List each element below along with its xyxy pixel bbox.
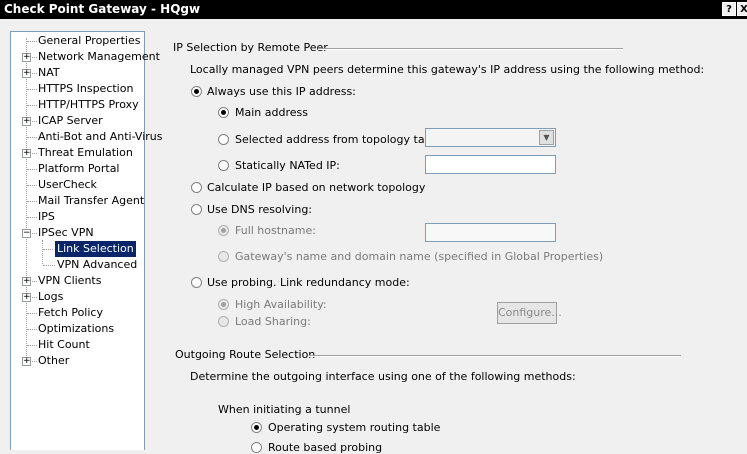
tree-item-label: Platform Portal xyxy=(38,162,120,175)
os-routing-label: Operating system routing table xyxy=(268,421,441,434)
tree-item-hit-count[interactable]: Hit Count xyxy=(11,337,144,353)
expand-icon[interactable]: + xyxy=(22,149,31,158)
when-initiating-label: When initiating a tunnel xyxy=(218,403,351,416)
tree-item-optimizations[interactable]: Optimizations xyxy=(11,321,144,337)
tree-item-ips[interactable]: IPS xyxy=(11,209,144,225)
tree-item-label: IPS xyxy=(38,210,55,223)
expand-icon[interactable]: + xyxy=(22,53,31,62)
tree-item-usercheck[interactable]: UserCheck xyxy=(11,177,144,193)
tree-item-label: General Properties xyxy=(38,34,141,47)
help-button[interactable]: ? xyxy=(722,2,736,16)
tree-item-label: NAT xyxy=(38,66,60,79)
tree-item-vpn-clients[interactable]: + VPN Clients xyxy=(11,273,144,289)
tree-item-label: Link Selection xyxy=(54,240,137,258)
window-title: Check Point Gateway - HQgw xyxy=(4,2,201,16)
always-use-ip-label: Always use this IP address: xyxy=(207,85,356,98)
navigation-tree: General Properties + Network Management … xyxy=(10,31,162,450)
configure-button[interactable]: Configure... xyxy=(497,302,562,324)
full-hostname-label: Full hostname: xyxy=(235,224,316,237)
statically-nated-label: Statically NATed IP: xyxy=(235,159,340,172)
route-probing-label: Route based probing xyxy=(268,441,383,454)
tree-item-https-inspection[interactable]: HTTPS Inspection xyxy=(11,81,144,97)
tree-item-network-management[interactable]: + Network Management xyxy=(11,49,160,65)
tree-item-anti-bot[interactable]: Anti-Bot and Anti-Virus xyxy=(11,129,162,145)
tree-item-label: VPN Clients xyxy=(38,274,102,287)
expand-icon[interactable]: + xyxy=(22,117,31,126)
collapse-icon[interactable]: − xyxy=(22,229,31,238)
tree-item-link-selection[interactable]: Link Selection xyxy=(11,240,144,258)
expand-icon[interactable]: + xyxy=(22,357,31,366)
always-use-ip-radio[interactable] xyxy=(191,86,202,97)
tree-item-label: Threat Emulation xyxy=(38,146,133,159)
tree-item-label: HTTPS Inspection xyxy=(38,82,134,95)
section-divider xyxy=(309,355,681,357)
gateway-name-label: Gateway's name and domain name (specifie… xyxy=(235,250,604,263)
tree-item-label: Fetch Policy xyxy=(38,306,103,319)
tree-item-label: Other xyxy=(38,354,70,367)
full-hostname-radio[interactable] xyxy=(218,225,229,236)
tree-item-ipsec-vpn[interactable]: − IPSec VPN xyxy=(11,225,144,241)
tree-item-label: Optimizations xyxy=(38,322,115,335)
tree-item-label: Network Management xyxy=(38,50,160,63)
route-probing-radio[interactable] xyxy=(251,442,262,453)
tree-item-label: UserCheck xyxy=(38,178,97,191)
load-sharing-radio[interactable] xyxy=(218,316,229,327)
static-nat-ip-input[interactable] xyxy=(425,155,556,174)
tree-item-other[interactable]: + Other xyxy=(11,353,144,369)
expand-icon[interactable]: + xyxy=(22,277,31,286)
tree-item-label: IPSec VPN xyxy=(38,226,94,239)
calculate-ip-label: Calculate IP based on network topology xyxy=(207,181,426,194)
tree-item-label: Mail Transfer Agent xyxy=(38,194,145,207)
section-divider xyxy=(318,48,623,50)
tree-item-label: Logs xyxy=(38,290,64,303)
use-probing-radio[interactable] xyxy=(191,277,202,288)
tree-item-label: Anti-Bot and Anti-Virus xyxy=(38,130,163,143)
selected-address-label: Selected address from topology table: xyxy=(235,133,446,146)
use-dns-radio[interactable] xyxy=(191,204,202,215)
os-routing-radio[interactable] xyxy=(251,422,262,433)
close-button[interactable]: X xyxy=(737,2,747,16)
tree-item-vpn-advanced[interactable]: VPN Advanced xyxy=(11,257,144,273)
high-availability-label: High Availability: xyxy=(235,298,327,311)
expand-icon[interactable]: + xyxy=(22,293,31,302)
high-availability-radio[interactable] xyxy=(218,299,229,310)
use-dns-label: Use DNS resolving: xyxy=(207,203,313,216)
outgoing-route-heading: Outgoing Route Selection xyxy=(175,348,316,361)
tree-item-label: ICAP Server xyxy=(38,114,103,127)
main-address-label: Main address xyxy=(235,106,308,119)
tree-item-label: VPN Advanced xyxy=(57,258,138,271)
tree-item-general-properties[interactable]: General Properties xyxy=(11,33,144,49)
tree-item-http-https-proxy[interactable]: HTTP/HTTPS Proxy xyxy=(11,97,144,113)
tree-item-platform-portal[interactable]: Platform Portal xyxy=(11,161,144,177)
tree-item-label: HTTP/HTTPS Proxy xyxy=(38,98,139,111)
ip-selection-heading: IP Selection by Remote Peer xyxy=(173,41,328,54)
tree-item-mail-transfer-agent[interactable]: Mail Transfer Agent xyxy=(11,193,144,209)
topology-address-select[interactable]: ▼ xyxy=(425,128,556,147)
expand-icon[interactable]: + xyxy=(22,69,31,78)
tree-item-fetch-policy[interactable]: Fetch Policy xyxy=(11,305,144,321)
tree-item-threat-emulation[interactable]: + Threat Emulation xyxy=(11,145,144,161)
title-bar: Check Point Gateway - HQgw ? X xyxy=(0,0,747,19)
selected-address-radio[interactable] xyxy=(218,134,229,145)
use-probing-label: Use probing. Link redundancy mode: xyxy=(207,276,410,289)
tree-item-label: Hit Count xyxy=(38,338,90,351)
statically-nated-radio[interactable] xyxy=(218,160,229,171)
tree-item-icap-server[interactable]: + ICAP Server xyxy=(11,113,144,129)
load-sharing-label: Load Sharing: xyxy=(235,315,311,328)
main-address-radio[interactable] xyxy=(218,107,229,118)
chevron-down-icon[interactable]: ▼ xyxy=(539,130,554,145)
tree-item-nat[interactable]: + NAT xyxy=(11,65,144,81)
calculate-ip-radio[interactable] xyxy=(191,182,202,193)
tree-item-logs[interactable]: + Logs xyxy=(11,289,144,305)
outgoing-route-description: Determine the outgoing interface using o… xyxy=(190,370,576,383)
gateway-name-radio[interactable] xyxy=(218,251,229,262)
full-hostname-input[interactable] xyxy=(425,223,556,242)
ip-selection-description: Locally managed VPN peers determine this… xyxy=(190,63,705,76)
